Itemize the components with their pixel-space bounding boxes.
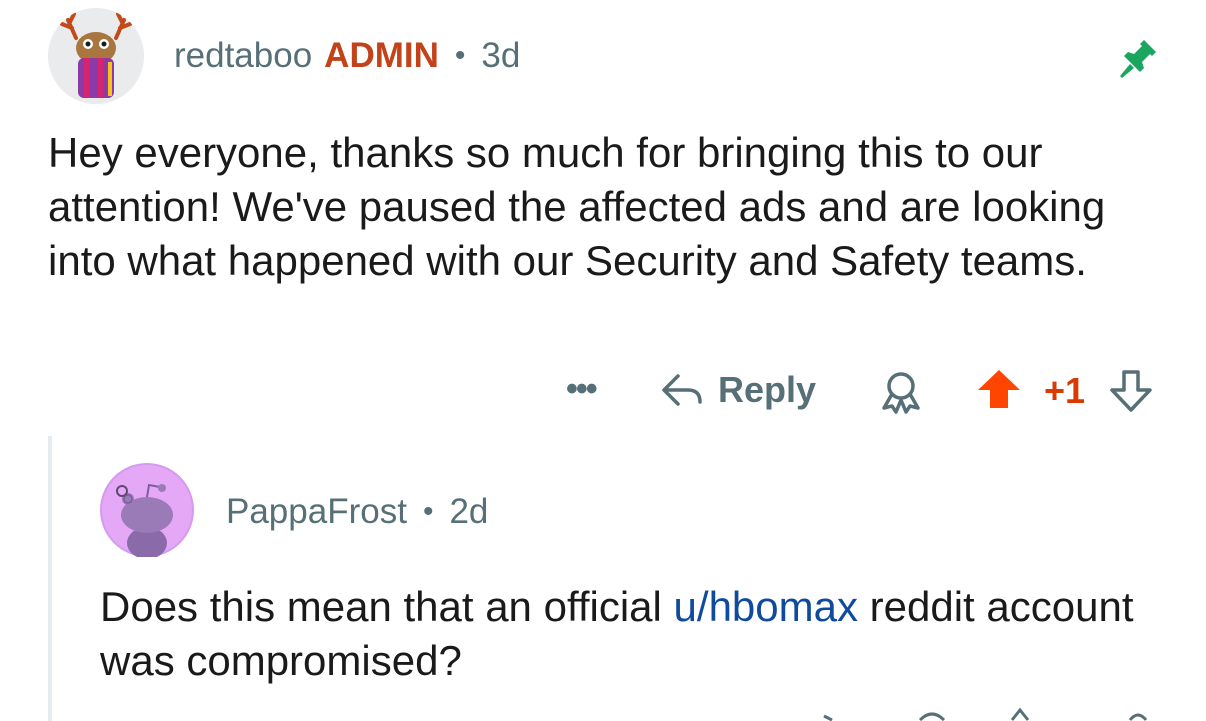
reply-username[interactable]: PappaFrost [226,492,407,532]
meta-separator: • [454,39,466,72]
comment-timestamp: 3d [481,36,521,75]
downvote-button[interactable] [1108,366,1154,416]
comment-username[interactable]: redtaboo [174,36,312,76]
reply-timestamp: 2d [449,492,489,531]
user-avatar-redtaboo[interactable] [48,8,144,104]
reply-meta-separator: • [422,495,434,528]
reply-text-start: Does this mean that an official [100,583,674,630]
award-button[interactable] [878,368,924,416]
reply-meta: PappaFrost • 2d [226,490,488,534]
comment-body: Hey everyone, thanks so much for bringin… [48,129,1106,284]
reply-arrow-icon [662,374,702,406]
upvote-button[interactable] [974,364,1024,414]
user-link[interactable]: u/hbomax [674,583,858,630]
upvote-arrow-icon [978,370,1020,408]
more-options-button[interactable]: ••• [566,370,598,409]
reply-body: Does this mean that an official u/hbomax… [100,580,1180,688]
comment-actions: ••• Reply +1 [560,362,1170,422]
vote-score: +1 [1044,370,1086,411]
comment-meta: redtaboo ADMIN • 3d [174,34,520,78]
award-icon [882,372,920,414]
reply-button[interactable]: Reply [660,368,816,412]
admin-badge: ADMIN [324,36,439,75]
avatar-image [48,8,144,104]
reply-label: Reply [718,369,817,410]
user-avatar-pappafrost[interactable] [100,463,194,557]
pin-icon [1120,40,1156,78]
reply-actions-partial [823,707,1148,721]
downvote-arrow-icon [1110,370,1152,412]
thread-line[interactable] [48,436,52,721]
